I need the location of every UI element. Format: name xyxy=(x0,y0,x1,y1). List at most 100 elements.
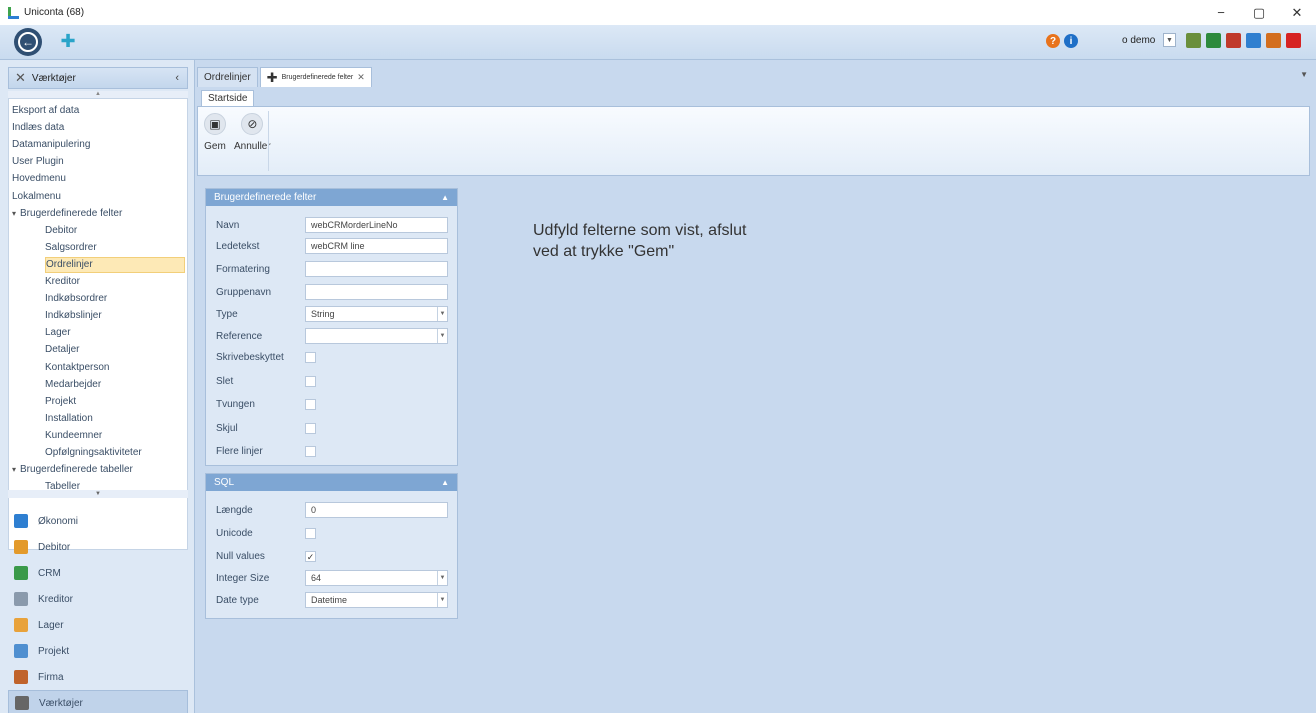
gruppenavn-input[interactable] xyxy=(305,284,448,300)
sidebar-item-label: Kontaktperson xyxy=(45,361,110,373)
sidebar-item-kontaktperson[interactable]: Kontaktperson xyxy=(45,360,110,376)
nav-item-kreditor[interactable]: Kreditor xyxy=(8,586,188,612)
ledetekst-input[interactable]: webCRM line xyxy=(305,238,448,254)
sidebar-item-brugerdefinerede-tabeller[interactable]: ▾ Brugerdefinerede tabeller xyxy=(12,462,133,478)
sidebar-item-label: Brugerdefinerede felter xyxy=(20,207,123,219)
sidebar-item-lager[interactable]: Lager xyxy=(45,325,71,341)
cancel-button[interactable]: ⊘ Annuller xyxy=(234,113,271,152)
sidebar-item-salgsordrer[interactable]: Salgsordrer xyxy=(45,240,97,256)
window-title: Uniconta (68) xyxy=(24,7,85,18)
sidebar-item-medarbejder[interactable]: Medarbejder xyxy=(45,377,101,393)
expand-caret-icon[interactable]: ▾ xyxy=(12,209,16,218)
close-company-icon[interactable] xyxy=(1286,33,1301,48)
group-icon[interactable] xyxy=(1186,33,1201,48)
sidebar-item-indk-bslinjer[interactable]: Indkøbslinjer xyxy=(45,308,102,324)
dropdown-icon[interactable]: ▼ xyxy=(437,329,447,343)
formatering-input[interactable] xyxy=(305,261,448,277)
sidebar-item-detaljer[interactable]: Detaljer xyxy=(45,342,79,358)
maximize-button[interactable]: ▢ xyxy=(1240,0,1278,25)
collapse-icon[interactable]: ‹ xyxy=(175,72,179,84)
tab-startside[interactable]: Startside xyxy=(201,90,255,107)
sql-panel: SQL ▲ Længde 0 Unicode Null values ✓ Int… xyxy=(205,473,458,619)
module-icon xyxy=(15,696,29,710)
company-selector-label[interactable]: o demo xyxy=(1122,35,1155,46)
dropdown-icon[interactable]: ▼ xyxy=(437,571,447,585)
copy-icon[interactable] xyxy=(1246,33,1261,48)
nav-item-firma[interactable]: Firma xyxy=(8,664,188,690)
sidebar-item-datamanipulering[interactable]: Datamanipulering xyxy=(12,137,90,153)
window-controls: − ▢ ✕ xyxy=(1202,0,1316,25)
sidebar-item-opf-lgningsaktiviteter[interactable]: Opfølgningsaktiviteter xyxy=(45,445,142,461)
type-value: String xyxy=(311,309,335,319)
sidebar-item-eksport-af-data[interactable]: Eksport af data xyxy=(12,103,79,119)
flere-linjer-checkbox[interactable] xyxy=(305,446,316,457)
laengde-input[interactable]: 0 xyxy=(305,502,448,518)
date-type-select[interactable]: Datetime ▼ xyxy=(305,592,448,608)
date-type-value: Datetime xyxy=(311,595,348,605)
laengde-label: Længde xyxy=(216,505,253,516)
sidebar-item-projekt[interactable]: Projekt xyxy=(45,394,76,410)
nav-item--konomi[interactable]: Økonomi xyxy=(8,508,188,534)
sidebar-item-indl-s-data[interactable]: Indlæs data xyxy=(12,120,64,136)
save-button[interactable]: ▣ Gem xyxy=(204,113,226,152)
scroll-up-icon[interactable]: ▲ xyxy=(8,91,188,98)
null-values-checkbox[interactable]: ✓ xyxy=(305,551,316,562)
slet-checkbox[interactable] xyxy=(305,376,316,387)
company-dropdown-icon[interactable]: ▼ xyxy=(1163,33,1176,47)
dropdown-icon[interactable]: ▼ xyxy=(437,593,447,607)
sidebar-item-user-plugin[interactable]: User Plugin xyxy=(12,154,64,170)
tabs-dropdown-icon[interactable]: ▼ xyxy=(1300,70,1308,79)
nav-item-debitor[interactable]: Debitor xyxy=(8,534,188,560)
excel-export-icon[interactable] xyxy=(1206,33,1221,48)
nav-item-label: Kreditor xyxy=(38,593,74,605)
module-icon xyxy=(14,592,28,606)
pdf-icon[interactable] xyxy=(1226,33,1241,48)
sidebar-item-debitor[interactable]: Debitor xyxy=(45,223,77,239)
integer-size-select[interactable]: 64 ▼ xyxy=(305,570,448,586)
sidebar-tree: Eksport af data Indlæs data Datamanipuleri… xyxy=(8,98,188,550)
sidebar-item-ordrelinjer[interactable]: Ordrelinjer xyxy=(45,256,185,273)
sidebar-item-kundeemner[interactable]: Kundeemner xyxy=(45,428,102,444)
minimize-button[interactable]: − xyxy=(1202,0,1240,25)
add-icon[interactable]: ✚ xyxy=(60,32,76,50)
panel-header[interactable]: Brugerdefinerede felter ▲ xyxy=(206,189,457,206)
sidebar-item-indk-bsordrer[interactable]: Indkøbsordrer xyxy=(45,291,107,307)
type-select[interactable]: String ▼ xyxy=(305,306,448,322)
navn-input[interactable]: webCRMorderLineNo xyxy=(305,217,448,233)
reference-select[interactable]: ▼ xyxy=(305,328,448,344)
close-tab-icon[interactable]: ✕ xyxy=(357,72,365,83)
sidebar-item-brugerdefinerede-felter[interactable]: ▾ Brugerdefinerede felter xyxy=(12,206,122,222)
unicode-checkbox[interactable] xyxy=(305,528,316,539)
tools-icon: ✕ xyxy=(15,70,26,85)
sidebar-header[interactable]: ✕ Værktøjer ‹ xyxy=(8,67,188,89)
close-button[interactable]: ✕ xyxy=(1278,0,1316,25)
sidebar-item-kreditor[interactable]: Kreditor xyxy=(45,274,80,290)
expand-caret-icon[interactable]: ▾ xyxy=(12,465,16,474)
user-icon[interactable] xyxy=(1266,33,1281,48)
nav-item-v-rkt-jer[interactable]: Værktøjer xyxy=(8,690,188,713)
tab-brugerdefinerede-felter[interactable]: ✚ Brugerdefinerede felter ✕ xyxy=(259,67,372,87)
toolbar-icons xyxy=(1186,33,1301,48)
collapse-panel-icon[interactable]: ▲ xyxy=(441,189,449,206)
sidebar-item-hovedmenu[interactable]: Hovedmenu xyxy=(12,171,66,187)
nav-item-projekt[interactable]: Projekt xyxy=(8,638,188,664)
nav-item-lager[interactable]: Lager xyxy=(8,612,188,638)
collapse-panel-icon[interactable]: ▲ xyxy=(441,474,449,491)
panel-header[interactable]: SQL ▲ xyxy=(206,474,457,491)
tab-ordrelinjer[interactable]: Ordrelinjer xyxy=(197,67,258,87)
dropdown-icon[interactable]: ▼ xyxy=(437,307,447,321)
module-icon xyxy=(14,670,28,684)
sidebar-item-lokalmenu[interactable]: Lokalmenu xyxy=(12,189,61,205)
sidebar-item-installation[interactable]: Installation xyxy=(45,411,93,427)
sidebar-item-label: Indkøbsordrer xyxy=(45,293,108,305)
scroll-down-icon[interactable]: ▼ xyxy=(8,490,188,498)
panel-title: SQL xyxy=(214,477,235,488)
back-button[interactable]: ← xyxy=(14,28,42,56)
help-icon[interactable]: ? xyxy=(1046,34,1060,48)
skrivebeskyttet-checkbox[interactable] xyxy=(305,352,316,363)
info-icon[interactable]: i xyxy=(1064,34,1078,48)
skjul-checkbox[interactable] xyxy=(305,423,316,434)
nav-item-crm[interactable]: CRM xyxy=(8,560,188,586)
tvungen-checkbox[interactable] xyxy=(305,399,316,410)
instruction-line-1: Udfyld felterne som vist, afslut xyxy=(533,222,747,239)
